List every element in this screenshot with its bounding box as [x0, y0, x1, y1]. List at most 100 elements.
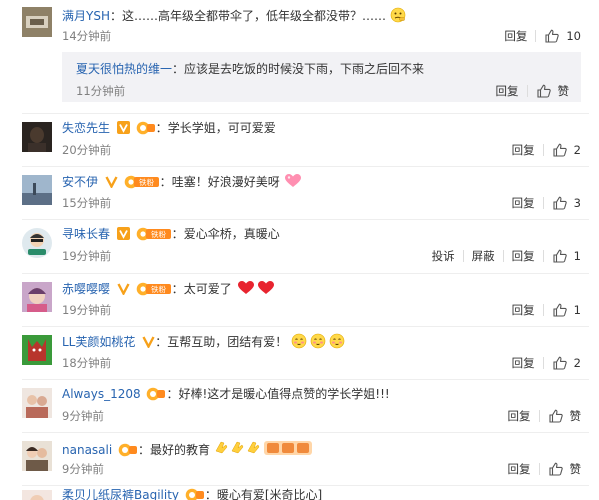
reply-button[interactable]: 回复: [504, 28, 527, 44]
like-button[interactable]: 10: [544, 28, 581, 44]
like-count: 1: [573, 303, 581, 317]
like-count: 2: [573, 143, 581, 157]
timestamp: 18分钟前: [62, 356, 112, 370]
username[interactable]: 柔贝儿纸尿裤Bagility: [62, 488, 179, 500]
comment-item: 寻味长春 铁粉 ：爱心伞桥，真暖心 19分钟前 投诉 屏蔽 回复 1: [0, 220, 599, 273]
comment-text: 学长学姐，可可爱爱: [167, 121, 276, 135]
fan-badge-icon: [118, 443, 138, 457]
like-count: 赞: [557, 84, 570, 98]
colon: ：: [171, 227, 184, 241]
comment-text: 互帮互助，团结有爱！: [167, 335, 288, 349]
reply-button[interactable]: 回复: [508, 461, 531, 477]
reply-button[interactable]: 回复: [512, 142, 535, 158]
comment-actions: 回复 1: [512, 301, 581, 319]
reply-button[interactable]: 回复: [512, 302, 535, 318]
action-divider: [538, 463, 540, 475]
fan-badge-label: 铁粉: [139, 177, 154, 187]
like-button[interactable]: 赞: [548, 408, 582, 424]
red-heart-emoji-icon: [236, 280, 276, 300]
action-divider: [526, 85, 528, 97]
verified-v-icon: [105, 176, 118, 188]
username[interactable]: 赤嘤嘤嘤: [62, 282, 110, 296]
timestamp: 14分钟前: [62, 29, 112, 43]
fan-badge-icon: [136, 121, 155, 135]
username[interactable]: nanasali: [62, 443, 112, 457]
timestamp: 15分钟前: [62, 196, 112, 210]
avatar[interactable]: [22, 228, 52, 258]
like-button[interactable]: 2: [552, 142, 581, 158]
action-divider: [542, 250, 544, 262]
comment-item: 安不伊 铁粉 ：哇塞！好浪漫好美呀 15分钟前 回复 3: [0, 167, 599, 219]
reply-button[interactable]: 回复: [496, 83, 519, 99]
avatar[interactable]: [22, 490, 52, 500]
username[interactable]: 满月YSH: [62, 9, 110, 23]
comment-actions: 回复 2: [512, 141, 581, 159]
reply-button[interactable]: 回复: [512, 355, 535, 371]
action-divider: [542, 357, 544, 369]
fan-badge-icon: [147, 387, 166, 401]
verified-v-icon: [117, 283, 130, 295]
thumbs-up-icon: [553, 356, 567, 370]
like-button[interactable]: 赞: [536, 83, 570, 99]
thinking-emoji-icon: [390, 7, 406, 27]
thumbs-up-icon: [553, 303, 567, 317]
like-button[interactable]: 3: [552, 195, 581, 211]
username[interactable]: 夏天很怕热的维一: [76, 62, 172, 76]
colon: ：: [138, 443, 151, 457]
timestamp: 19分钟前: [62, 249, 112, 263]
username[interactable]: LL芙颜如桃花: [62, 335, 135, 349]
like-count: 赞: [569, 409, 582, 423]
like-button[interactable]: 1: [552, 302, 581, 318]
comment-text: 这……高年级全都带伞了，低年级全都没带？……: [122, 9, 387, 23]
comment-actions: 回复 3: [512, 194, 581, 212]
username[interactable]: 失恋先生: [62, 121, 110, 135]
heart-emoji-icon: [284, 173, 302, 193]
comment-item: 柔贝儿纸尿裤Bagility ：暖心有爱[米奇比心]: [0, 486, 599, 500]
reply-button[interactable]: 回复: [512, 195, 535, 211]
comment-item: LL芙颜如桃花 ：互帮互助，团结有爱！ 18分钟前 回复 2: [0, 327, 599, 379]
colon: ：: [109, 9, 122, 23]
like-button[interactable]: 2: [552, 355, 581, 371]
comment-feed: 满月YSH：这……高年级全都带伞了，低年级全都没带？…… 14分钟前 回复 10…: [0, 0, 599, 500]
fan-badge-icon: 铁粉: [136, 282, 171, 296]
avatar[interactable]: [22, 122, 52, 152]
colon: ：: [204, 488, 217, 500]
block-button[interactable]: 屏蔽: [472, 248, 495, 264]
vip-badge-icon: [116, 121, 130, 134]
comment-actions: 回复 赞: [508, 460, 582, 478]
nested-reply: 夏天很怕热的维一：应该是去吃饭的时候没下雨，下雨之后回不来 11分钟前 回复 赞: [62, 52, 581, 102]
thumbs-up-icon: [545, 29, 560, 43]
comment-item: Always_1208 ：好棒!这才是暖心值得点赞的学长学姐!!! 9分钟前 回…: [0, 380, 599, 432]
verified-v-icon: [142, 336, 155, 348]
complain-button[interactable]: 投诉: [432, 248, 455, 264]
action-divider: [538, 410, 540, 422]
colon: ：: [166, 387, 179, 401]
avatar[interactable]: [22, 7, 52, 37]
avatar[interactable]: [22, 388, 52, 418]
avatar[interactable]: [22, 282, 52, 312]
like-button[interactable]: 赞: [548, 461, 581, 477]
colon: ：: [171, 282, 184, 296]
timestamp: 9分钟前: [62, 409, 104, 423]
username[interactable]: 安不伊: [62, 175, 98, 189]
fan-badge-icon: 铁粉: [124, 175, 159, 189]
username[interactable]: 寻味长春: [62, 227, 110, 241]
avatar[interactable]: [22, 441, 52, 471]
reply-button[interactable]: 回复: [508, 408, 531, 424]
comment-text: 应该是去吃饭的时候没下雨，下雨之后回不来: [184, 62, 425, 76]
avatar[interactable]: [22, 175, 52, 205]
like-button[interactable]: 1: [552, 248, 581, 264]
timestamp: 20分钟前: [62, 143, 112, 157]
reply-button[interactable]: 回复: [512, 248, 535, 264]
comment-actions: 回复 2: [512, 354, 581, 372]
username[interactable]: Always_1208: [62, 387, 141, 401]
action-divider: [535, 30, 537, 42]
action-divider: [502, 250, 504, 262]
thumbs-up-icon: [553, 143, 567, 157]
thumbs-up-icon: [536, 84, 551, 98]
action-divider: [542, 197, 544, 209]
comment-text: 好棒!这才是暖心值得点赞的学长学姐!!!: [178, 387, 390, 401]
comment-text: 最好的教育: [150, 443, 211, 457]
avatar[interactable]: [22, 335, 52, 365]
thumbs-up-icon: [553, 196, 567, 210]
